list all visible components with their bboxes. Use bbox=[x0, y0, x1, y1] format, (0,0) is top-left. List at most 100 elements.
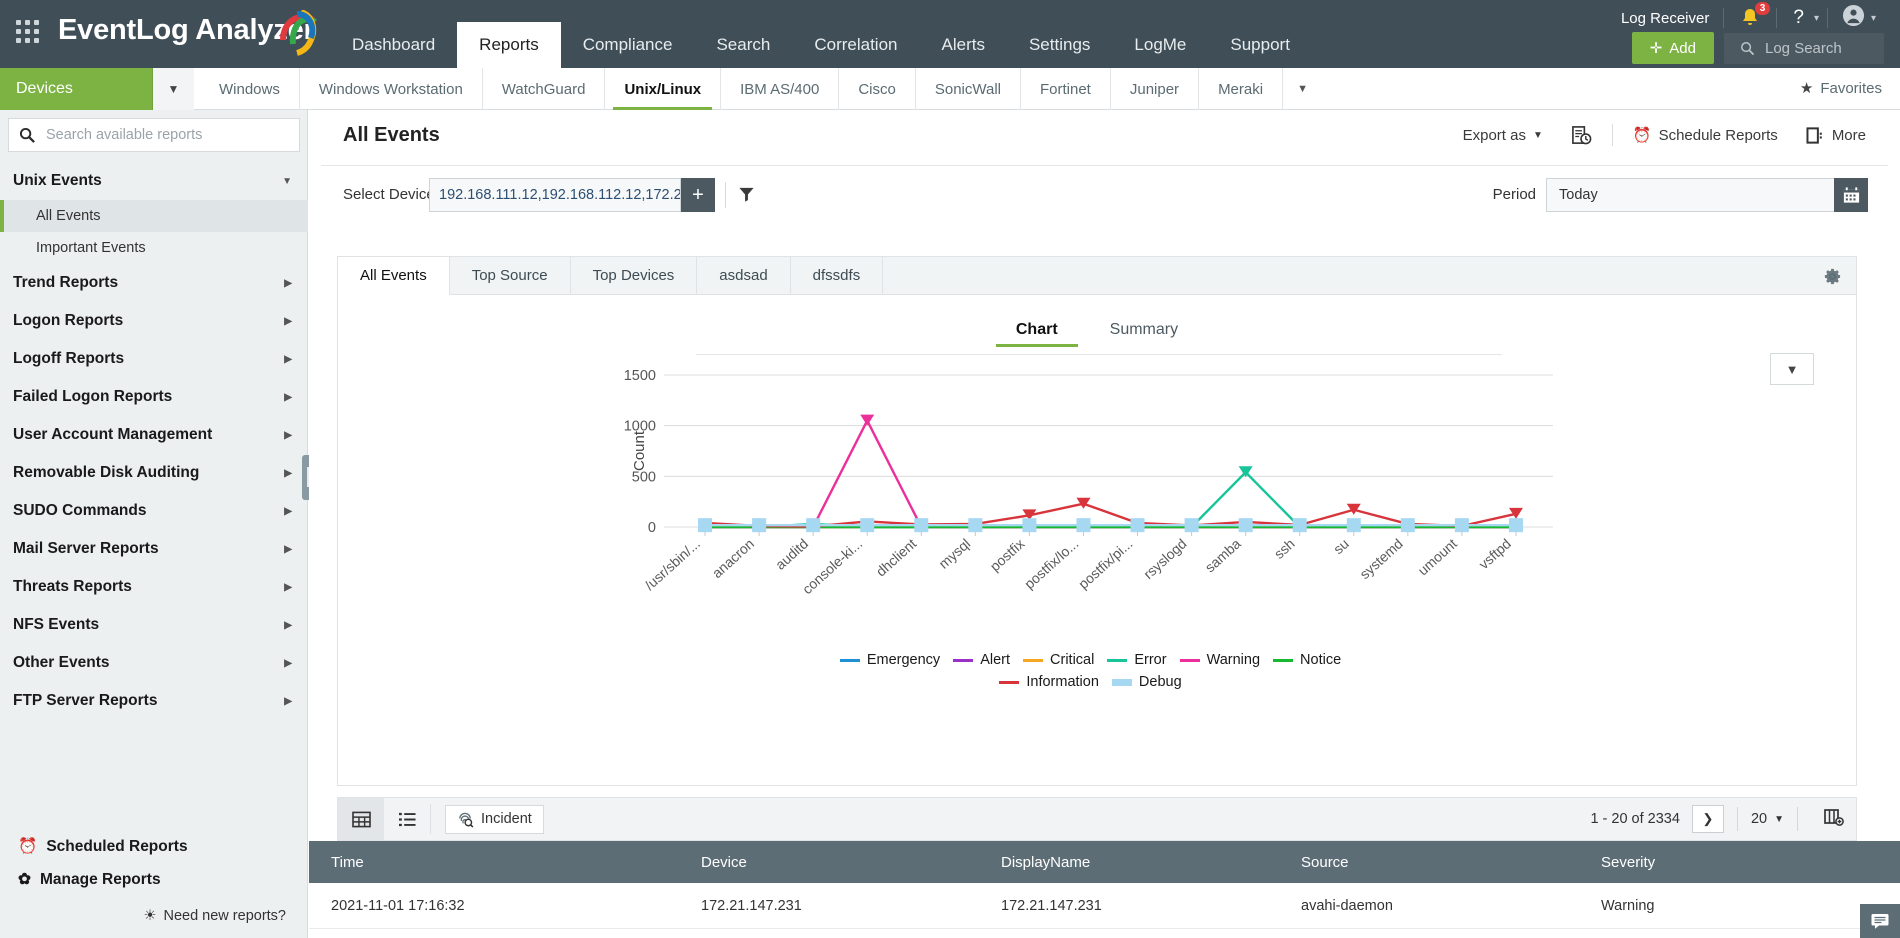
tab-unix-linux[interactable]: Unix/Linux bbox=[605, 68, 722, 110]
schedule-reports-button[interactable]: ⏰ Schedule Reports bbox=[1619, 126, 1792, 145]
sidebar-group-removable-disk-auditing[interactable]: Removable Disk Auditing ▶ bbox=[0, 454, 308, 492]
log-search-input[interactable]: Log Search bbox=[1724, 32, 1884, 64]
nav-reports[interactable]: Reports bbox=[457, 22, 561, 68]
sidebar-group-threats-reports[interactable]: Threats Reports ▶ bbox=[0, 568, 308, 606]
incident-button[interactable]: Incident bbox=[445, 804, 544, 834]
legend-marker bbox=[1273, 654, 1294, 666]
tab-windows-workstation[interactable]: Windows Workstation bbox=[300, 68, 483, 110]
column-header-device[interactable]: Device bbox=[679, 854, 979, 871]
nav-alerts[interactable]: Alerts bbox=[920, 22, 1007, 68]
user-avatar-icon[interactable] bbox=[1828, 4, 1871, 32]
sidebar-group-mail-server-reports[interactable]: Mail Server Reports ▶ bbox=[0, 530, 308, 568]
subtab-top-devices[interactable]: Top Devices bbox=[571, 257, 698, 294]
svg-text:1500: 1500 bbox=[624, 368, 656, 384]
table-row[interactable]: 2021-11-01 17:16:32 172.21.147.231 172.2… bbox=[309, 883, 1900, 929]
report-history-button[interactable] bbox=[1557, 125, 1606, 146]
legend-item-alert[interactable]: Alert bbox=[953, 652, 1010, 668]
list-view-button[interactable] bbox=[384, 798, 430, 840]
table-header-row: Time Device DisplayName Source Severity bbox=[309, 841, 1900, 883]
nav-dashboard[interactable]: Dashboard bbox=[330, 22, 457, 68]
more-button[interactable]: More bbox=[1792, 127, 1880, 144]
sidebar-item-important-events[interactable]: Important Events bbox=[0, 232, 308, 264]
sidebar-group-unix-events[interactable]: Unix Events ▼ bbox=[0, 162, 308, 200]
sidebar-group-logon-reports[interactable]: Logon Reports ▶ bbox=[0, 302, 308, 340]
nav-logme[interactable]: LogMe bbox=[1112, 22, 1208, 68]
help-chevron-down-icon[interactable]: ▾ bbox=[1814, 13, 1827, 24]
next-page-button[interactable]: ❯ bbox=[1691, 805, 1724, 833]
legend-item-information[interactable]: Information bbox=[999, 674, 1099, 690]
panel-settings-gear-icon[interactable] bbox=[1823, 267, 1842, 291]
filter-button[interactable] bbox=[738, 186, 755, 208]
legend-item-critical[interactable]: Critical bbox=[1023, 652, 1094, 668]
nav-compliance[interactable]: Compliance bbox=[561, 22, 695, 68]
period-input[interactable]: Today bbox=[1546, 178, 1868, 212]
tab-windows[interactable]: Windows bbox=[200, 68, 300, 110]
sidebar-group-label: Threats Reports bbox=[13, 578, 132, 595]
calendar-button[interactable] bbox=[1834, 178, 1868, 212]
nav-search[interactable]: Search bbox=[694, 22, 792, 68]
tab-meraki[interactable]: Meraki bbox=[1199, 68, 1284, 110]
sidebar-group-user-account-management[interactable]: User Account Management ▶ bbox=[0, 416, 308, 454]
chart-legend: Emergency Alert Critical Error Warning N… bbox=[777, 652, 1417, 696]
favorites-button[interactable]: ★ Favorites bbox=[1800, 79, 1882, 98]
add-device-button[interactable]: + bbox=[681, 178, 715, 212]
subtab-dfssdfs[interactable]: dfssdfs bbox=[791, 257, 884, 294]
export-as-button[interactable]: Export as ▼ bbox=[1449, 127, 1557, 144]
sidebar-group-failed-logon-reports[interactable]: Failed Logon Reports ▶ bbox=[0, 378, 308, 416]
add-button[interactable]: ✛ Add bbox=[1631, 32, 1714, 64]
sidebar-group-sudo-commands[interactable]: SUDO Commands ▶ bbox=[0, 492, 308, 530]
svg-text:postfix/lo...: postfix/lo... bbox=[1021, 535, 1081, 592]
tab-chart[interactable]: Chart bbox=[990, 315, 1084, 347]
need-new-reports-link[interactable]: ☀ Need new reports? bbox=[0, 896, 308, 926]
column-header-displayname[interactable]: DisplayName bbox=[979, 854, 1279, 871]
sidebar-group-other-events[interactable]: Other Events ▶ bbox=[0, 644, 308, 682]
tab-juniper[interactable]: Juniper bbox=[1111, 68, 1200, 110]
favorites-label: Favorites bbox=[1820, 79, 1882, 97]
subtab-top-source[interactable]: Top Source bbox=[450, 257, 571, 294]
legend-item-warning[interactable]: Warning bbox=[1179, 652, 1260, 668]
help-icon[interactable]: ? bbox=[1777, 7, 1814, 29]
column-header-source[interactable]: Source bbox=[1279, 854, 1579, 871]
search-reports-input[interactable]: Search available reports bbox=[8, 118, 300, 152]
tab-watchguard[interactable]: WatchGuard bbox=[483, 68, 606, 110]
legend-item-emergency[interactable]: Emergency bbox=[839, 652, 940, 668]
tab-cisco[interactable]: Cisco bbox=[839, 68, 916, 110]
tab-fortinet[interactable]: Fortinet bbox=[1021, 68, 1111, 110]
tab-summary[interactable]: Summary bbox=[1084, 315, 1204, 347]
sidebar-item-all-events[interactable]: All Events bbox=[0, 200, 308, 232]
device-tab-bar: Devices ▼ Windows Windows Workstation Wa… bbox=[0, 68, 1900, 110]
log-receiver-link[interactable]: Log Receiver bbox=[1607, 10, 1723, 27]
nav-support[interactable]: Support bbox=[1208, 22, 1312, 68]
sidebar-group-trend-reports[interactable]: Trend Reports ▶ bbox=[0, 264, 308, 302]
scheduled-reports-link[interactable]: ⏰ Scheduled Reports bbox=[0, 830, 308, 863]
legend-item-notice[interactable]: Notice bbox=[1273, 652, 1341, 668]
nav-correlation[interactable]: Correlation bbox=[792, 22, 919, 68]
cell-displayname: 172.21.147.231 bbox=[1001, 897, 1102, 914]
sidebar-group-nfs-events[interactable]: NFS Events ▶ bbox=[0, 606, 308, 644]
more-tabs-chevron-down-icon[interactable]: ▼ bbox=[1283, 68, 1322, 110]
devices-selector[interactable]: Devices ▼ bbox=[0, 68, 194, 110]
svg-text:auditd: auditd bbox=[772, 535, 811, 572]
legend-item-debug[interactable]: Debug bbox=[1111, 674, 1182, 690]
column-settings-button[interactable] bbox=[1824, 808, 1844, 830]
subtab-all-events[interactable]: All Events bbox=[338, 257, 450, 295]
manage-reports-link[interactable]: ✿ Manage Reports bbox=[0, 863, 308, 896]
tab-sonicwall[interactable]: SonicWall bbox=[916, 68, 1021, 110]
grid-view-button[interactable] bbox=[338, 798, 384, 840]
subtab-asdsad[interactable]: asdsad bbox=[697, 257, 791, 294]
notifications-button[interactable]: 3 bbox=[1724, 2, 1776, 29]
tab-ibm-as400[interactable]: IBM AS/400 bbox=[721, 68, 840, 110]
sidebar-group-logoff-reports[interactable]: Logoff Reports ▶ bbox=[0, 340, 308, 378]
select-device-input[interactable]: 192.168.111.12,192.168.112.12,172.21 bbox=[429, 178, 681, 212]
legend-item-error[interactable]: Error bbox=[1107, 652, 1167, 668]
nav-settings[interactable]: Settings bbox=[1007, 22, 1112, 68]
column-header-severity[interactable]: Severity bbox=[1579, 854, 1900, 871]
column-header-time[interactable]: Time bbox=[309, 854, 679, 871]
log-search-placeholder: Log Search bbox=[1765, 39, 1842, 57]
user-chevron-down-icon[interactable]: ▾ bbox=[1871, 13, 1884, 24]
devices-chevron-down-icon[interactable]: ▼ bbox=[152, 68, 194, 110]
page-size-selector[interactable]: 20 ▼ bbox=[1751, 811, 1784, 827]
app-grid-icon[interactable] bbox=[14, 18, 44, 48]
sidebar-group-ftp-server-reports[interactable]: FTP Server Reports ▶ bbox=[0, 682, 308, 720]
chat-support-button[interactable] bbox=[1860, 904, 1900, 938]
